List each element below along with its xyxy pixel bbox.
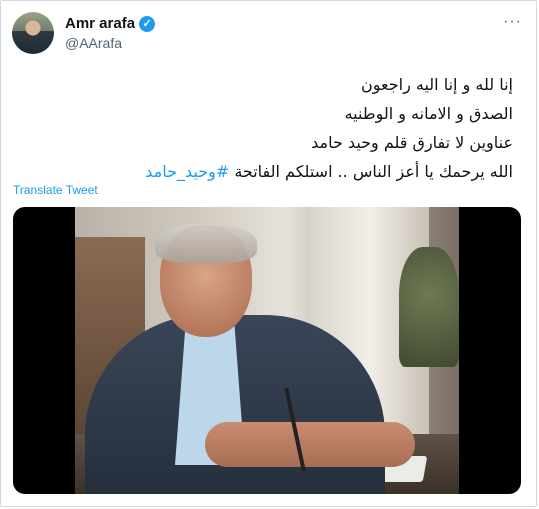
tweet-line: الله يرحمك يا أعز الناس .. استلكم الفاتح…	[234, 162, 513, 181]
photo-background-plant	[399, 247, 459, 367]
translate-tweet-link[interactable]: Translate Tweet	[13, 183, 98, 197]
tweet-line: إنا لله و إنا اليه راجعون	[361, 75, 513, 94]
author-handle[interactable]: @AArafa	[65, 35, 122, 51]
verified-badge-icon: ✓	[139, 15, 156, 32]
author-row: Amr arafa ✓	[65, 15, 156, 32]
photo-person-hair	[155, 223, 257, 263]
author-name[interactable]: Amr arafa	[65, 15, 135, 32]
tweet-line-with-hashtag: الله يرحمك يا أعز الناس .. استلكم الفاتح…	[33, 157, 513, 186]
avatar[interactable]	[12, 12, 54, 54]
tweet-text: إنا لله و إنا اليه راجعون الصدق و الامان…	[33, 70, 513, 186]
tweet-image[interactable]	[13, 207, 521, 494]
hashtag-link[interactable]: #وحيد_حامد	[145, 162, 229, 181]
photo-person-hands	[205, 422, 415, 467]
tweet-line: عناوين لا تفارق قلم وحيد حامد	[311, 133, 513, 152]
more-icon[interactable]: ···	[503, 13, 522, 31]
photo-scene	[75, 207, 459, 494]
tweet-card: Amr arafa ✓ @AArafa ··· إنا لله و إنا ال…	[0, 0, 537, 507]
tweet-line: الصدق و الامانه و الوطنيه	[344, 104, 513, 123]
